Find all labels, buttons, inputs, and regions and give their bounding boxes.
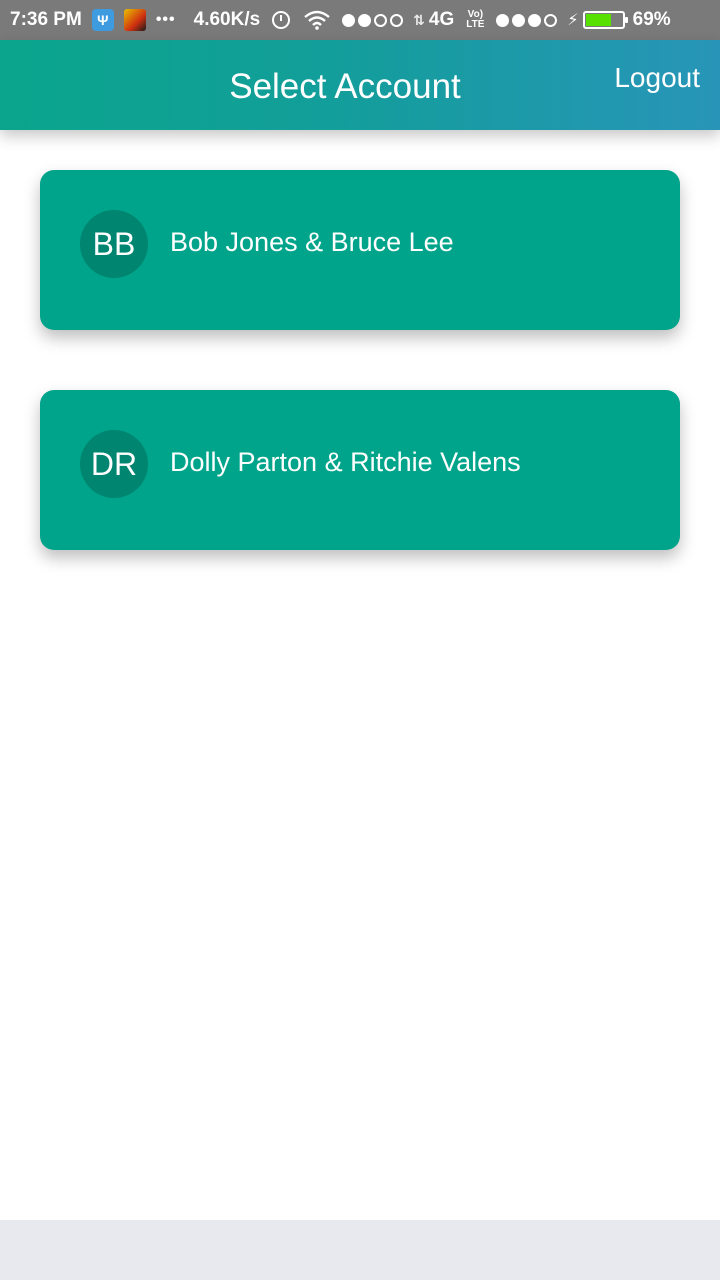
screen: 7:36 PM Ψ ••• 4.60K/s ⇅ 4G Vo)LTE ⚡ 69% — [0, 0, 720, 1280]
signal-strength-sim2-icon — [496, 13, 558, 27]
status-bar: 7:36 PM Ψ ••• 4.60K/s ⇅ 4G Vo) LTE ⚡ 69% — [0, 0, 720, 40]
alarm-icon — [272, 11, 291, 29]
usb-icon: Ψ — [91, 9, 114, 31]
network-type: 4G — [428, 9, 455, 30]
avatar: DR — [80, 430, 148, 498]
app-bar: Select Account Logout — [0, 40, 720, 130]
battery-fill — [585, 14, 611, 26]
account-card-bob-bruce[interactable]: BB Bob Jones & Bruce Lee — [40, 170, 680, 330]
account-name: Bob Jones & Bruce Lee — [170, 227, 454, 257]
page-title: Select Account — [229, 67, 461, 106]
status-time: 7:36 PM — [10, 9, 82, 30]
data-arrows-icon: ⇅ — [413, 11, 425, 28]
logout-button[interactable]: Logout — [614, 62, 700, 94]
network-speed: 4.60K/s — [193, 9, 261, 30]
signal-strength-sim1-icon — [342, 13, 404, 27]
app-notification-icon — [123, 9, 146, 31]
wifi-icon — [304, 10, 330, 30]
volte-icon: Vo) LTE — [466, 9, 485, 30]
battery-icon — [582, 11, 628, 29]
account-card-dolly-ritchie[interactable]: DR Dolly Parton & Ritchie Valens — [40, 390, 680, 550]
system-navigation-bar — [0, 1220, 720, 1280]
charging-icon: ⚡ — [567, 12, 579, 29]
more-notifications-icon: ••• — [155, 11, 176, 28]
battery-percent: 69% — [632, 9, 671, 30]
account-name: Dolly Parton & Ritchie Valens — [170, 447, 521, 477]
avatar: BB — [80, 210, 148, 278]
